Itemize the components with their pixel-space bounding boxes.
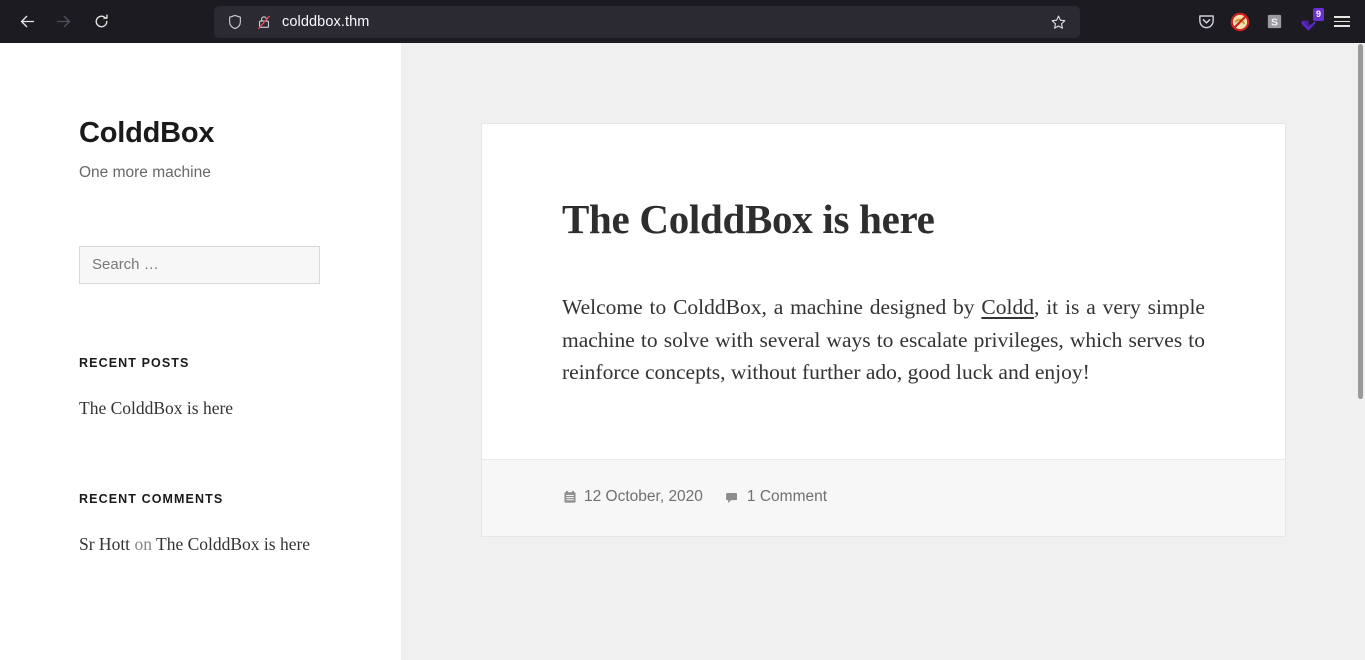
navigation-buttons [10, 6, 118, 38]
widget-recent-comments: Recent Comments Sr Hott on The ColddBox … [79, 492, 361, 556]
hamburger-menu-icon[interactable] [1327, 7, 1357, 37]
post-date: 12 October, 2020 [562, 488, 703, 506]
widget-recent-posts: Recent Posts The ColddBox is here [79, 356, 361, 420]
recent-comments-list: Sr Hott on The ColddBox is here [79, 532, 361, 556]
downloads-badge: 9 [1312, 7, 1324, 21]
s-extension-icon[interactable]: S [1259, 7, 1289, 37]
post-text-before-link: Welcome to ColddBox, a machine designed … [562, 295, 982, 320]
hamburger-lines [1334, 16, 1350, 27]
post-card: The ColddBox is here Welcome to ColddBox… [481, 123, 1286, 538]
search-input[interactable] [79, 245, 320, 284]
arrow-left-icon [20, 15, 34, 28]
comment-separator: on [134, 533, 152, 554]
site-sidebar: ColddBox One more machine Recent Posts T… [0, 43, 401, 660]
bookmark-star-icon[interactable] [1044, 8, 1072, 36]
coldd-link[interactable]: Coldd [981, 295, 1034, 319]
back-button[interactable] [10, 6, 44, 38]
forward-button[interactable] [46, 6, 80, 38]
comment-bubble-icon [725, 490, 740, 505]
webpage-viewport: ColddBox One more machine Recent Posts T… [0, 43, 1365, 660]
reload-button[interactable] [84, 6, 118, 38]
site-description: One more machine [79, 163, 211, 181]
page-scrollbar-track[interactable] [1356, 43, 1365, 660]
recent-post-link[interactable]: The ColddBox is here [79, 398, 233, 418]
post-paragraph: Welcome to ColddBox, a machine designed … [562, 291, 1205, 389]
widget-title-recent-posts: Recent Posts [79, 355, 190, 370]
pocket-icon[interactable] [1191, 7, 1221, 37]
post-comments-link[interactable]: 1 Comment [747, 488, 827, 506]
noscript-icon[interactable] [1225, 7, 1255, 37]
page-scrollbar-thumb[interactable] [1358, 44, 1363, 399]
post-title: The ColddBox is here [562, 196, 935, 242]
post-footer: 12 October, 2020 1 Comment [482, 459, 1285, 537]
browser-toolbar: colddbox.thm S 9 [0, 0, 1365, 43]
svg-text:S: S [1271, 18, 1278, 29]
widget-title-recent-comments: Recent Comments [79, 491, 224, 506]
shield-icon[interactable] [224, 11, 246, 33]
post-date-link[interactable]: 12 October, 2020 [584, 488, 703, 506]
address-bar-container: colddbox.thm [214, 6, 1080, 38]
arrow-right-icon [56, 15, 70, 28]
downloads-arrow-icon[interactable]: 9 [1293, 7, 1324, 37]
recent-posts-list: The ColddBox is here [79, 396, 361, 420]
post-body: The ColddBox is here Welcome to ColddBox… [482, 124, 1285, 460]
main-content: The ColddBox is here Welcome to ColddBox… [401, 43, 1365, 660]
list-item: The ColddBox is here [79, 396, 361, 420]
url-text: colddbox.thm [282, 14, 370, 30]
address-bar[interactable]: colddbox.thm [214, 6, 1080, 38]
post-comments: 1 Comment [725, 488, 827, 506]
comment-post-link[interactable]: The ColddBox is here [156, 534, 310, 554]
reload-icon [95, 14, 108, 28]
site-title[interactable]: ColddBox [79, 117, 361, 150]
calendar-icon [562, 490, 577, 505]
toolbar-extensions: S 9 [1191, 0, 1357, 43]
broken-padlock-icon[interactable] [253, 11, 275, 33]
comment-author-link[interactable]: Sr Hott [79, 534, 130, 554]
list-item: Sr Hott on The ColddBox is here [79, 532, 361, 556]
